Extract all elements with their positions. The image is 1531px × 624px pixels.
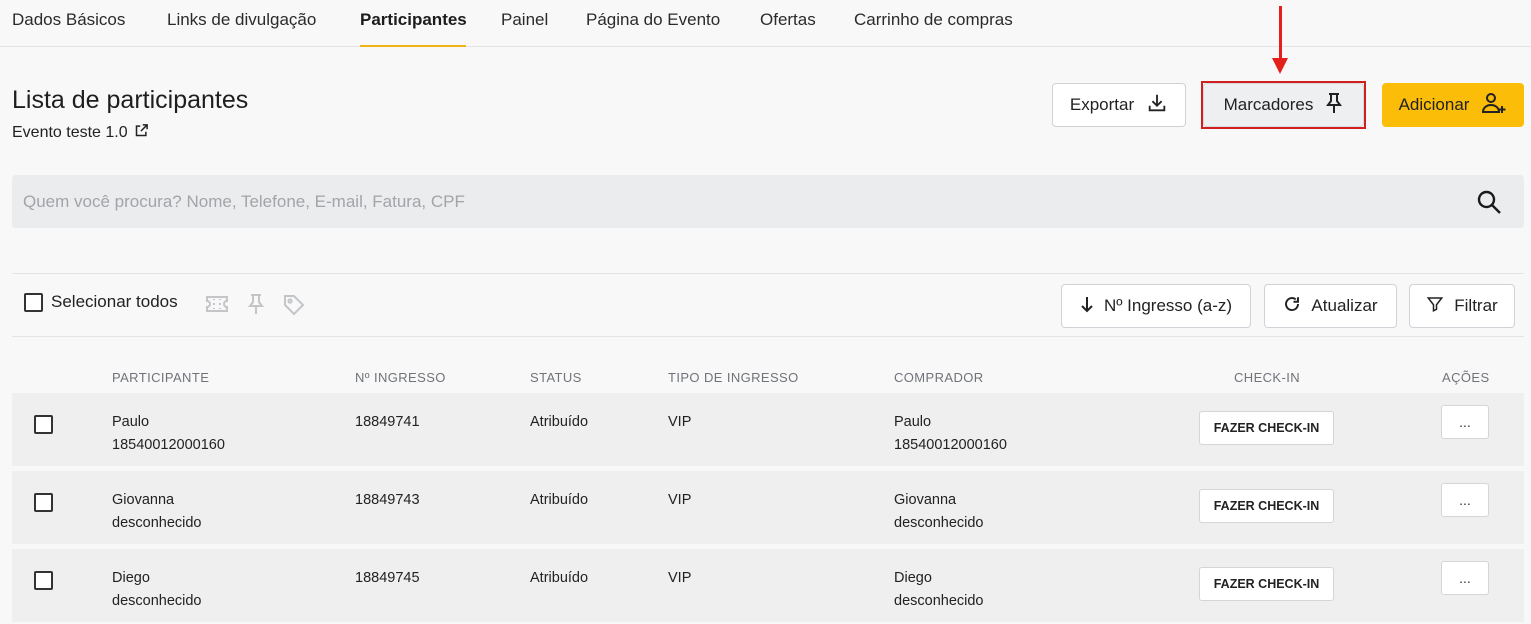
annotation-arrow xyxy=(1279,6,1282,62)
ticket-number: 18849745 xyxy=(355,570,420,586)
status: Atribuído xyxy=(530,414,589,430)
tab-links-divulgacao[interactable]: Links de divulgação xyxy=(167,10,316,30)
arrow-down-icon xyxy=(1080,295,1094,318)
add-participant-button[interactable]: Adicionar xyxy=(1382,83,1524,127)
table-row: Diego desconhecido 18849745 Atribuído VI… xyxy=(12,549,1524,622)
tab-dados-basicos[interactable]: Dados Básicos xyxy=(12,10,125,30)
ticket-number: 18849741 xyxy=(355,414,420,430)
status: Atribuído xyxy=(530,570,589,586)
column-header-tipo-ingresso: TIPO DE INGRESSO xyxy=(668,370,799,385)
select-all-label: Selecionar todos xyxy=(51,292,178,311)
tab-pagina-evento[interactable]: Página do Evento xyxy=(586,10,720,30)
tab-ofertas[interactable]: Ofertas xyxy=(760,10,816,30)
ticket-type: VIP xyxy=(668,492,692,508)
pin-icon[interactable] xyxy=(247,293,265,320)
ticket-icon[interactable] xyxy=(205,293,229,320)
active-tab-indicator xyxy=(360,45,466,47)
column-header-ingresso: Nº INGRESSO xyxy=(355,370,446,385)
participant-name: Diego xyxy=(112,570,150,586)
buyer-name: Giovanna xyxy=(894,492,957,508)
list-toolbar: Selecionar todos Nº Ingresso (a-z) Atual… xyxy=(12,273,1524,337)
refresh-label: Atualizar xyxy=(1311,296,1378,315)
markers-label: Marcadores xyxy=(1223,95,1314,114)
page-title: Lista de participantes xyxy=(12,86,249,114)
refresh-icon xyxy=(1283,295,1301,318)
row-checkbox[interactable] xyxy=(34,493,53,512)
participant-doc: desconhecido xyxy=(112,593,202,609)
participant-name: Giovanna xyxy=(112,492,175,508)
export-label: Exportar xyxy=(1069,95,1135,114)
ticket-type: VIP xyxy=(668,570,692,586)
participant-cell: Diego desconhecido xyxy=(112,567,202,613)
filter-button[interactable]: Filtrar xyxy=(1409,284,1515,328)
table-row: Giovanna desconhecido 18849743 Atribuído… xyxy=(12,471,1524,544)
tab-carrinho-compras[interactable]: Carrinho de compras xyxy=(854,10,1013,30)
pin-icon xyxy=(1325,92,1343,119)
check-in-button[interactable]: FAZER CHECK-IN xyxy=(1199,411,1334,445)
column-header-comprador: COMPRADOR xyxy=(894,370,984,385)
participant-name: Paulo xyxy=(112,414,150,430)
participant-cell: Paulo 18540012000160 xyxy=(112,411,225,457)
add-label: Adicionar xyxy=(1398,95,1470,114)
participant-cell: Giovanna desconhecido xyxy=(112,489,202,535)
column-header-status: STATUS xyxy=(530,370,582,385)
row-checkbox[interactable] xyxy=(34,571,53,590)
markers-button[interactable]: Marcadores xyxy=(1203,83,1364,127)
event-name: Evento teste 1.0 xyxy=(12,124,128,141)
select-all-checkbox[interactable]: Selecionar todos xyxy=(24,292,178,312)
filter-label: Filtrar xyxy=(1454,296,1498,315)
refresh-button[interactable]: Atualizar xyxy=(1264,284,1397,328)
search-input[interactable] xyxy=(12,175,1452,228)
buyer-cell: Diego desconhecido xyxy=(894,567,984,613)
annotation-arrow-head xyxy=(1272,58,1288,74)
buyer-name: Diego xyxy=(894,570,932,586)
checkbox-icon xyxy=(24,292,43,312)
ticket-type: VIP xyxy=(668,414,692,430)
actions-menu-button[interactable]: ... xyxy=(1441,405,1489,439)
external-link-icon xyxy=(134,123,149,143)
event-link[interactable]: Evento teste 1.0 xyxy=(12,123,149,143)
sort-label: Nº Ingresso (a-z) xyxy=(1103,296,1233,315)
export-button[interactable]: Exportar xyxy=(1052,83,1186,127)
check-in-button[interactable]: FAZER CHECK-IN xyxy=(1199,489,1334,523)
filter-icon xyxy=(1426,295,1444,318)
tab-bar: Dados Básicos Links de divulgação Partic… xyxy=(0,0,1531,47)
actions-menu-button[interactable]: ... xyxy=(1441,483,1489,517)
download-icon xyxy=(1146,92,1168,119)
tag-icon[interactable] xyxy=(282,293,306,322)
search-bar xyxy=(12,175,1524,228)
table-row: Paulo 18540012000160 18849741 Atribuído … xyxy=(12,393,1524,466)
column-header-participante: PARTICIPANTE xyxy=(112,370,210,385)
search-icon[interactable] xyxy=(1476,189,1502,220)
add-user-icon xyxy=(1481,91,1507,120)
participant-doc: 18540012000160 xyxy=(112,437,225,453)
row-checkbox[interactable] xyxy=(34,415,53,434)
buyer-cell: Giovanna desconhecido xyxy=(894,489,984,535)
column-header-check-in: CHECK-IN xyxy=(1234,370,1301,385)
status: Atribuído xyxy=(530,492,589,508)
sort-button[interactable]: Nº Ingresso (a-z) xyxy=(1061,284,1251,328)
tab-participantes[interactable]: Participantes xyxy=(360,10,467,30)
tab-painel[interactable]: Painel xyxy=(501,10,548,30)
participant-doc: desconhecido xyxy=(112,515,202,531)
buyer-cell: Paulo 18540012000160 xyxy=(894,411,1007,457)
buyer-doc: 18540012000160 xyxy=(894,437,1007,453)
check-in-button[interactable]: FAZER CHECK-IN xyxy=(1199,567,1334,601)
buyer-name: Paulo xyxy=(894,414,932,430)
actions-menu-button[interactable]: ... xyxy=(1441,561,1489,595)
buyer-doc: desconhecido xyxy=(894,593,984,609)
column-header-acoes: AÇÕES xyxy=(1442,370,1490,385)
buyer-doc: desconhecido xyxy=(894,515,984,531)
ticket-number: 18849743 xyxy=(355,492,420,508)
